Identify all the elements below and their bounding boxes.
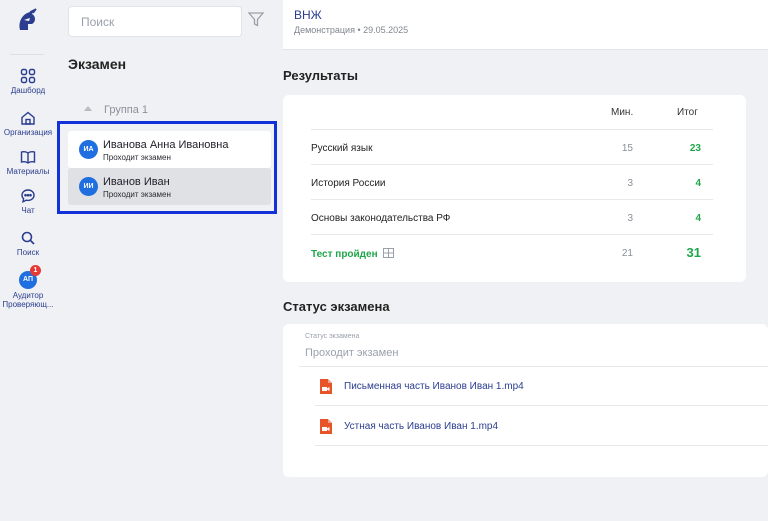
subject-name: История России (311, 178, 386, 189)
notification-badge: 1 (30, 265, 41, 276)
nav-chat-label: Чат (21, 206, 35, 215)
subject-name: Основы законодательства РФ (311, 213, 451, 224)
file-name[interactable]: Устная часть Иванов Иван 1.mp4 (344, 421, 498, 432)
chat-icon (21, 189, 35, 204)
group-label: Группа 1 (104, 104, 149, 116)
home-icon (21, 111, 35, 125)
col-header-min: Мин. (611, 107, 634, 118)
person-name: Иванова Анна Ивановна (103, 139, 229, 151)
nav-dashboard-label: Дашборд (10, 86, 46, 95)
min-score: 3 (627, 213, 633, 224)
exam-subtitle: Демонстрация • 29.05.2025 (294, 25, 409, 35)
results-table: Мин. Итог Русский язык 15 23 История Рос… (283, 95, 746, 282)
total-score: 4 (695, 178, 701, 189)
nav-dashboard[interactable]: Дашборд (0, 68, 56, 95)
filter-icon[interactable] (248, 12, 264, 27)
search-box[interactable] (68, 6, 242, 37)
nav-materials-label: Материалы (6, 167, 50, 176)
person-avatar: ИА (79, 140, 98, 159)
nav-search-label: Поиск (16, 248, 40, 257)
table-row: Русский язык 15 23 (311, 129, 713, 164)
exam-status-field-label: Статус экзамена (305, 333, 360, 340)
person-status: Проходит экзамен (103, 190, 171, 199)
book-icon (20, 151, 36, 164)
group-toggle[interactable]: Группа 1 (84, 104, 148, 116)
exam-name[interactable]: ВНЖ (294, 8, 322, 22)
col-header-total: Итог (677, 107, 698, 118)
search-input[interactable] (69, 7, 241, 36)
exam-status-card: Статус экзамена Проходит экзамен Письмен… (283, 324, 768, 477)
pass-status-label: Тест пройден (311, 249, 378, 260)
user-role: Аудитор (12, 291, 44, 300)
exam-status-field[interactable]: Статус экзамена Проходит экзамен (299, 329, 768, 367)
list-item-person[interactable]: ИА Иванова Анна Ивановна Проходит экзаме… (68, 131, 271, 168)
person-name: Иванов Иван (103, 176, 170, 188)
nav-organization-label: Организация (3, 128, 53, 137)
list-item-person-selected[interactable]: ИИ Иванов Иван Проходит экзамен (68, 168, 271, 205)
spartan-helmet-logo[interactable] (14, 8, 40, 34)
nav-materials[interactable]: Материалы (0, 149, 56, 176)
search-icon (21, 231, 35, 245)
user-name: Проверяющ... (2, 300, 54, 309)
table-row: Основы законодательства РФ 3 4 (311, 199, 713, 234)
dashboard-icon (20, 68, 36, 84)
video-file-icon (320, 379, 332, 394)
exam-status-title: Статус экзамена (283, 299, 390, 314)
nav-organization[interactable]: Организация (0, 110, 56, 137)
nav-chat[interactable]: Чат (0, 188, 56, 215)
min-score-sum: 21 (621, 248, 633, 259)
total-score: 4 (695, 213, 701, 224)
subject-name: Русский язык (311, 143, 373, 154)
min-score: 3 (627, 178, 633, 189)
file-item[interactable]: Устная часть Иванов Иван 1.mp4 (315, 407, 768, 446)
details-grid-icon[interactable] (382, 248, 394, 258)
pass-status: Тест пройден (311, 248, 394, 260)
person-avatar: ИИ (79, 177, 98, 196)
file-name[interactable]: Письменная часть Иванов Иван 1.mp4 (344, 381, 524, 392)
total-score-sum: 31 (686, 245, 701, 260)
video-file-icon (320, 419, 332, 434)
total-score: 23 (689, 143, 701, 154)
user-avatar: АП 1 (19, 265, 41, 289)
nav-search[interactable]: Поиск (0, 230, 56, 257)
table-row: История России 3 4 (311, 164, 713, 199)
min-score: 15 (621, 143, 633, 154)
results-title: Результаты (283, 68, 358, 83)
nav-user-profile[interactable]: АП 1 Аудитор Проверяющ... (0, 265, 56, 309)
exam-header: ВНЖ Демонстрация • 29.05.2025 (283, 0, 768, 50)
collapse-caret-icon (84, 106, 92, 111)
summary-row: Тест пройден 21 31 (311, 234, 713, 269)
rail-divider (10, 54, 44, 55)
exam-status-field-value: Проходит экзамен (305, 347, 399, 359)
exam-list-title: Экзамен (68, 56, 127, 72)
person-status: Проходит экзамен (103, 153, 171, 162)
sidebar-rail: Дашборд Организация Материалы Чат Поиск … (0, 0, 56, 521)
file-item[interactable]: Письменная часть Иванов Иван 1.mp4 (315, 367, 768, 406)
user-initials: АП (23, 276, 33, 283)
